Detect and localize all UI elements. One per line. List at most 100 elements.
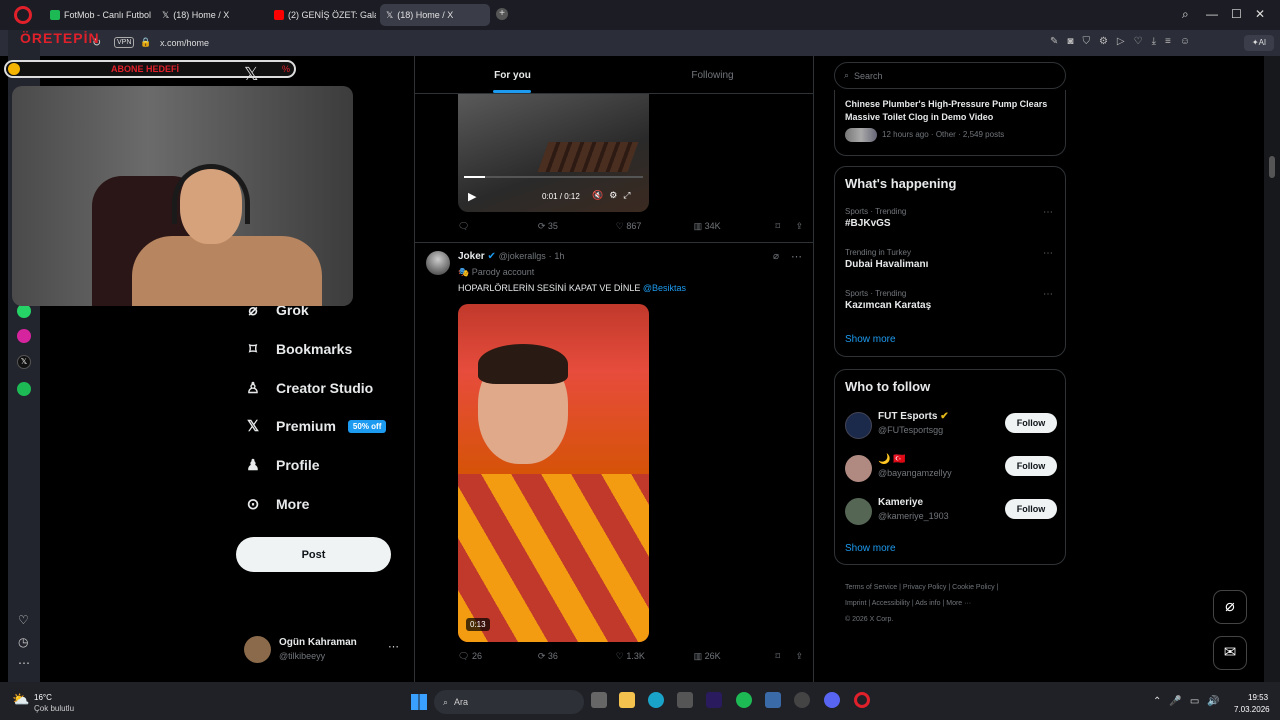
show-more-follow-link[interactable]: Show more bbox=[845, 543, 896, 554]
post2-video[interactable]: 0:13 bbox=[458, 304, 649, 642]
play-button[interactable]: ▶ bbox=[468, 190, 476, 203]
tab-following[interactable]: Following bbox=[615, 56, 810, 94]
history-icon[interactable]: ◷ bbox=[18, 635, 28, 649]
share-icon[interactable]: ⇪ bbox=[795, 221, 803, 232]
nav-creator-studio[interactable]: ♙ Creator Studio bbox=[244, 379, 373, 397]
premiere-icon[interactable] bbox=[706, 692, 722, 708]
play-icon[interactable]: ▷ bbox=[1117, 36, 1125, 47]
opera-logo-icon[interactable] bbox=[14, 6, 32, 24]
nav-more[interactable]: ⊙ More bbox=[244, 495, 310, 513]
privacy-link[interactable]: Privacy Policy bbox=[903, 584, 947, 591]
opera-taskbar-icon[interactable] bbox=[854, 692, 870, 708]
clock-date[interactable]: 7.03.2026 bbox=[1234, 705, 1270, 714]
bookmark-post-icon[interactable]: ⌑ bbox=[776, 221, 796, 232]
volume-icon[interactable]: 🔊 bbox=[1207, 696, 1219, 707]
video-progress[interactable] bbox=[464, 176, 643, 178]
tab-search-icon[interactable]: ⌕ bbox=[1182, 7, 1189, 22]
follow-suggestion[interactable]: Kameriye @kameriye_1903 Follow bbox=[845, 496, 1057, 526]
post2-mention-link[interactable]: @Besiktas bbox=[643, 283, 686, 293]
instagram-icon[interactable] bbox=[17, 329, 31, 343]
account-switcher[interactable]: Ogün Kahraman @tilkibeeyy ⋯ bbox=[244, 636, 404, 666]
like-button[interactable]: ♡ 1.3K bbox=[616, 651, 694, 662]
top-story-card[interactable]: Chinese Plumber's High-Pressure Pump Cle… bbox=[834, 90, 1066, 156]
reply-button[interactable]: 🗨 26 bbox=[458, 651, 538, 662]
settings-icon[interactable]: ⚙ bbox=[609, 190, 617, 201]
camera-icon[interactable]: ◙ bbox=[1067, 36, 1073, 47]
discord-icon[interactable] bbox=[824, 692, 840, 708]
heart-sidebar-icon[interactable]: ♡ bbox=[18, 613, 29, 627]
post2-handle[interactable]: @jokerallgs bbox=[499, 251, 546, 261]
messages-float-button[interactable]: ✉ bbox=[1213, 636, 1247, 670]
post-button[interactable]: Post bbox=[236, 537, 391, 572]
file-explorer-icon[interactable] bbox=[619, 692, 635, 708]
follow-suggestion[interactable]: FUT Esports ✔ @FUTesportsgg Follow bbox=[845, 410, 1057, 440]
more-sidebar-icon[interactable]: ⋯ bbox=[18, 656, 30, 670]
trend-item[interactable]: Sports · Trending Kazımcan Karataş ⋯ bbox=[845, 289, 1057, 311]
repost-button[interactable]: ⟳ 36 bbox=[538, 651, 616, 662]
maximize-button[interactable]: ☐ bbox=[1231, 7, 1242, 21]
post2-more-icon[interactable]: ⋯ bbox=[791, 250, 802, 263]
trend-item[interactable]: Trending in Turkey Dubai Havalimanı ⋯ bbox=[845, 248, 1057, 270]
new-tab-button[interactable]: + bbox=[496, 8, 508, 20]
menu-icon[interactable]: ≡ bbox=[1165, 36, 1171, 47]
reply-icon[interactable]: 🗨 bbox=[458, 221, 538, 232]
follow-button[interactable]: Follow bbox=[1005, 456, 1057, 476]
spotify-icon[interactable] bbox=[17, 382, 31, 396]
page-scrollbar[interactable] bbox=[1264, 56, 1280, 682]
bookmark-post-icon[interactable]: ⌑ bbox=[776, 651, 796, 662]
accessibility-link[interactable]: Accessibility bbox=[872, 600, 910, 607]
whatsapp-icon[interactable] bbox=[17, 304, 31, 318]
tab-x-home-2[interactable]: 𝕏 (18) Home / X bbox=[380, 4, 490, 26]
start-button[interactable] bbox=[411, 694, 427, 710]
tab-fotmob[interactable]: FotMob - Canlı Futbol Skor bbox=[44, 4, 152, 26]
ai-button[interactable]: ✦AI bbox=[1244, 35, 1274, 51]
nav-premium[interactable]: 𝕏 Premium 50% off bbox=[244, 417, 387, 435]
weather-desc[interactable]: Çok bulutlu bbox=[34, 704, 74, 713]
views-count[interactable]: ▥ 26K bbox=[694, 651, 776, 662]
taskbar-search[interactable]: ⌕ Ara bbox=[434, 690, 584, 714]
search-box[interactable]: ⌕ Search bbox=[834, 62, 1066, 89]
edit-icon[interactable]: ✎ bbox=[1050, 36, 1058, 47]
vpn-badge[interactable]: VPN bbox=[114, 37, 135, 48]
terms-link[interactable]: Terms of Service bbox=[845, 584, 897, 591]
grok-post-icon[interactable]: ⌀ bbox=[773, 251, 779, 262]
imprint-link[interactable]: Imprint bbox=[845, 600, 866, 607]
network-icon[interactable]: ▭ bbox=[1190, 696, 1199, 707]
url-field[interactable]: x.com/home bbox=[160, 38, 209, 48]
steam-icon[interactable] bbox=[794, 692, 810, 708]
heart-icon[interactable]: ♡ bbox=[1134, 36, 1143, 47]
more-footer-link[interactable]: More ··· bbox=[946, 600, 971, 607]
post2-author-name[interactable]: Joker bbox=[458, 251, 485, 262]
share-icon[interactable]: ⇪ bbox=[795, 651, 803, 662]
spotify-taskbar-icon[interactable] bbox=[736, 692, 752, 708]
trend-item[interactable]: Sports · Trending #BJKvGS ⋯ bbox=[845, 207, 1057, 229]
post2-avatar[interactable] bbox=[426, 251, 450, 275]
post1-video[interactable]: ▶ 0:01 / 0:12 🔇 ⚙ ⤢ bbox=[458, 94, 649, 212]
app-icon[interactable] bbox=[765, 692, 781, 708]
shield-icon[interactable]: ⛉ bbox=[1082, 36, 1090, 47]
post2-time[interactable]: 1h bbox=[554, 251, 564, 261]
grok-float-button[interactable]: ⌀ bbox=[1213, 590, 1247, 624]
edge-icon[interactable] bbox=[648, 692, 664, 708]
weather-temp[interactable]: 16°C bbox=[34, 693, 52, 702]
tab-x-home-1[interactable]: 𝕏 (18) Home / X bbox=[156, 4, 264, 26]
store-icon[interactable] bbox=[677, 692, 693, 708]
mute-icon[interactable]: 🔇 bbox=[592, 190, 603, 201]
trend-more-icon[interactable]: ⋯ bbox=[1043, 207, 1053, 218]
fullscreen-icon[interactable]: ⤢ bbox=[623, 190, 630, 201]
account-more-icon[interactable]: ⋯ bbox=[388, 640, 399, 653]
tray-chevron-icon[interactable]: ⌃ bbox=[1153, 696, 1161, 707]
tab-youtube[interactable]: (2) GENİŞ ÖZET: Galatasaray bbox=[268, 4, 376, 26]
extension-icon[interactable]: ⚙ bbox=[1099, 36, 1108, 47]
follow-suggestion[interactable]: 🌙 🇹🇷 @bayangamzellyy Follow bbox=[845, 453, 1057, 483]
task-view-icon[interactable] bbox=[591, 692, 607, 708]
like-button[interactable]: ♡ 867 bbox=[616, 221, 694, 232]
follow-button[interactable]: Follow bbox=[1005, 413, 1057, 433]
account-icon[interactable]: ☺ bbox=[1180, 36, 1190, 47]
trend-more-icon[interactable]: ⋯ bbox=[1043, 248, 1053, 259]
minimize-button[interactable]: — bbox=[1206, 7, 1218, 21]
x-sidebar-icon[interactable]: 𝕏 bbox=[17, 355, 31, 369]
trend-more-icon[interactable]: ⋯ bbox=[1043, 289, 1053, 300]
follow-button[interactable]: Follow bbox=[1005, 499, 1057, 519]
repost-button[interactable]: ⟳ 35 bbox=[538, 221, 616, 232]
